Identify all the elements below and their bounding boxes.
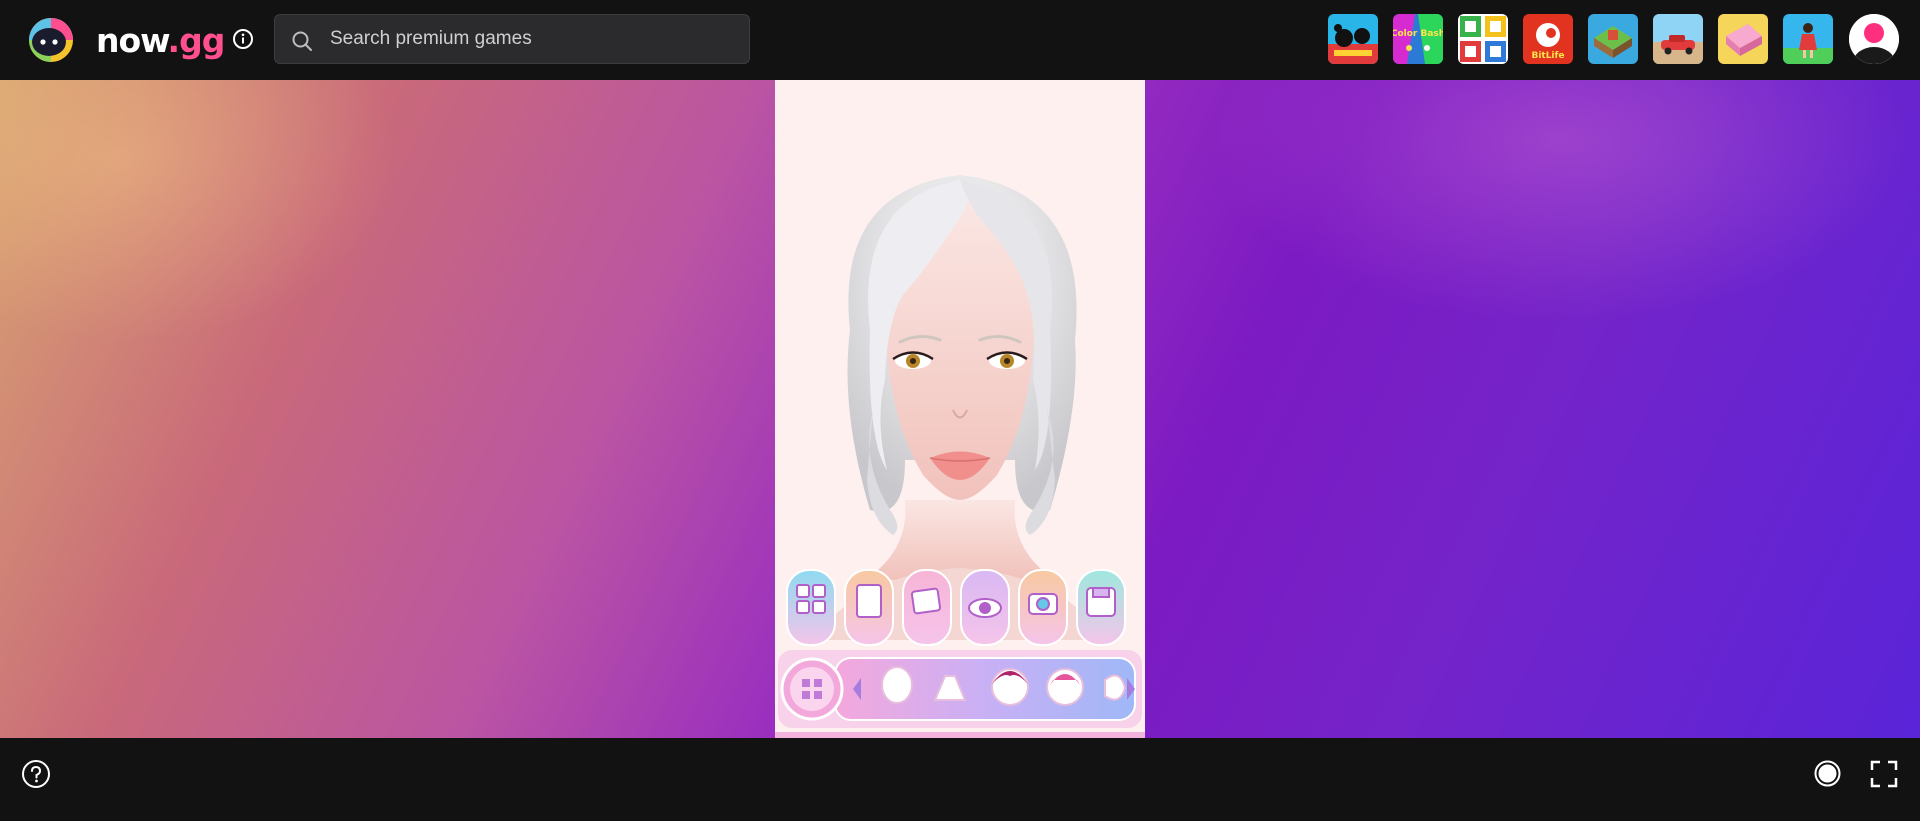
user-avatar[interactable] bbox=[1849, 14, 1899, 64]
search-input[interactable] bbox=[330, 25, 730, 53]
svg-text:BitLife: BitLife bbox=[1531, 51, 1564, 61]
bottom-options-bar bbox=[778, 650, 1142, 728]
game-stage bbox=[0, 80, 1920, 738]
game-thumb-ludo[interactable] bbox=[1458, 14, 1508, 64]
svg-text:Color Bash: Color Bash bbox=[1393, 29, 1443, 39]
app-root: now.gg Search premium games Color Bash B… bbox=[0, 0, 1920, 821]
ludo-thumb-icon bbox=[1458, 14, 1508, 64]
makeup-game-scene bbox=[775, 175, 1145, 738]
island-builder-thumb-icon bbox=[1588, 14, 1638, 64]
game-thumb-island-builder[interactable] bbox=[1588, 14, 1638, 64]
help-icon[interactable] bbox=[21, 759, 51, 789]
game-thumb-cake-puzzle[interactable] bbox=[1718, 14, 1768, 64]
fullscreen-icon[interactable] bbox=[1870, 760, 1898, 788]
game-thumb-mouse-racer[interactable] bbox=[1328, 14, 1378, 64]
game-thumb-color-bash[interactable]: Color Bash bbox=[1393, 14, 1443, 64]
search-icon bbox=[292, 31, 312, 51]
nowgg-logo[interactable]: now.gg bbox=[20, 17, 225, 63]
runner-girl-thumb-icon bbox=[1783, 14, 1833, 64]
game-thumbnails: Color Bash BitLife bbox=[1328, 14, 1833, 64]
brand-wordmark: now.gg bbox=[96, 20, 225, 60]
bitlife-thumb-icon: BitLife bbox=[1523, 14, 1573, 64]
info-icon[interactable] bbox=[232, 28, 254, 50]
bottom-bar bbox=[0, 738, 1920, 821]
top-bar: now.gg Search premium games Color Bash B… bbox=[0, 0, 1920, 80]
mouse-racer-thumb-icon bbox=[1328, 14, 1378, 64]
search-bar[interactable] bbox=[274, 14, 750, 64]
game-thumb-car-race[interactable] bbox=[1653, 14, 1703, 64]
color-bash-thumb-icon: Color Bash bbox=[1393, 14, 1443, 64]
theme-toggle-icon[interactable] bbox=[1814, 760, 1841, 787]
game-thumb-runner-girl[interactable] bbox=[1783, 14, 1833, 64]
game-thumb-bitlife[interactable]: BitLife bbox=[1523, 14, 1573, 64]
cake-puzzle-thumb-icon bbox=[1718, 14, 1768, 64]
game-canvas[interactable] bbox=[775, 80, 1145, 738]
user-avatar-icon bbox=[1849, 14, 1899, 64]
car-race-thumb-icon bbox=[1653, 14, 1703, 64]
nowgg-logo-mark bbox=[29, 18, 73, 62]
